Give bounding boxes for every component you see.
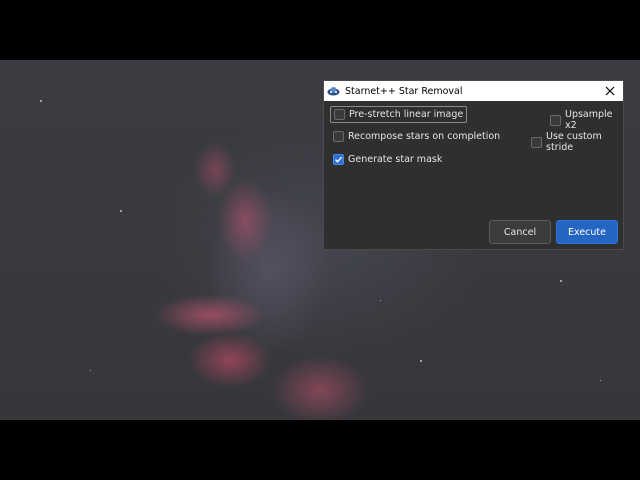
close-icon	[605, 86, 615, 96]
prestretch-label: Pre-stretch linear image	[349, 109, 464, 120]
prestretch-focus[interactable]: Pre-stretch linear image	[330, 106, 468, 123]
custom-stride-option[interactable]: Use custom stride	[531, 131, 623, 153]
prestretch-option[interactable]: Pre-stretch linear image	[330, 106, 468, 123]
upsample-checkbox[interactable]	[550, 114, 561, 126]
custom-stride-label: Use custom stride	[546, 131, 602, 153]
custom-stride-checkbox[interactable]	[531, 136, 542, 148]
close-button[interactable]	[597, 81, 623, 101]
upsample-option[interactable]: Upsample x2	[550, 109, 623, 131]
upsample-label: Upsample x2	[565, 109, 613, 131]
prestretch-checkbox[interactable]	[334, 109, 345, 120]
recompose-label: Recompose stars on completion	[348, 131, 501, 142]
letterbox-top	[0, 0, 640, 60]
star-mask-option[interactable]: Generate star mask	[333, 154, 442, 165]
star-mask-checkbox[interactable]	[333, 154, 344, 165]
execute-button[interactable]: Execute	[556, 220, 618, 244]
recompose-option[interactable]: Recompose stars on completion	[333, 131, 500, 142]
dialog-title: Starnet++ Star Removal	[345, 85, 463, 97]
cancel-button[interactable]: Cancel	[489, 220, 551, 244]
star-removal-dialog: Starnet++ Star Removal Pre-stretch linea…	[323, 80, 624, 250]
letterbox-bottom	[0, 420, 640, 480]
dialog-titlebar[interactable]: Starnet++ Star Removal	[324, 81, 623, 101]
starnet-app-icon	[327, 85, 341, 97]
star-mask-label: Generate star mask	[348, 154, 443, 165]
recompose-checkbox[interactable]	[333, 131, 344, 142]
checkmark-icon	[335, 156, 343, 163]
